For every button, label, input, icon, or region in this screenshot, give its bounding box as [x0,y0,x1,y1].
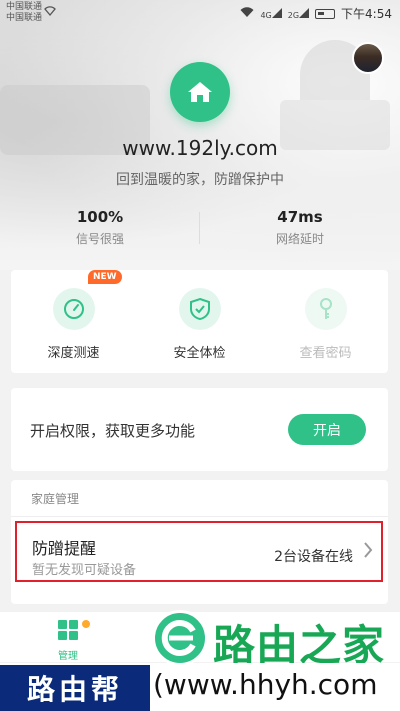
signal-2g-icon: 2G [287,7,310,20]
battery-icon [315,8,336,19]
watermark-logo [152,610,208,666]
tool-view-password[interactable]: 查看密码 [263,288,388,361]
home-icon [188,82,212,102]
carrier-2: 中国联通 [6,13,43,23]
chevron-right-icon [363,542,373,563]
status-bar: 中国联通 中国联通 4G 2G 下午4:54 [0,0,400,26]
watermark-url: (www.hhyh.com [153,668,378,701]
divider [11,516,388,517]
status-right: 4G 2G 下午4:54 [240,5,392,22]
wifi-icon [240,6,254,21]
watermark-box: 路由帮 [0,665,150,711]
notification-dot [82,620,90,628]
family-title: 家庭管理 [31,492,80,506]
latency-stat: 47ms 网络延时 [200,208,400,247]
home-button[interactable] [170,62,230,122]
family-card: 家庭管理 防蹭提醒 暂无发现可疑设备 2台设备在线 [11,480,388,604]
signal-stat: 100% 信号很强 [0,208,200,247]
signal-2g-text: 2G [287,10,300,20]
wifi-status-icon [44,6,56,19]
permission-text: 开启权限，获取更多功能 [30,422,196,440]
tool-speed-test-label: 深度测速 [47,346,100,361]
anti-leech-alert-row[interactable]: 防蹭提醒 暂无发现可疑设备 2台设备在线 [15,521,383,582]
grid-icon [58,620,78,640]
alert-subtitle: 暂无发现可疑设备 [32,563,137,578]
speedometer-icon [52,288,95,330]
alert-title: 防蹭提醒 [32,539,97,558]
tool-speed-test[interactable]: 深度测速 [11,288,136,361]
tool-security-check-label: 安全体检 [173,346,226,361]
signal-label: 信号很强 [75,232,124,246]
tools-card: 深度测速 NEW 安全体检 查看密码 [11,270,388,373]
tool-view-password-label: 查看密码 [299,346,352,361]
protection-status: 回到温暖的家，防蹭保护中 [116,172,284,188]
page-title: www.192ly.com [122,136,278,160]
signal-value: 100% [76,208,124,226]
tool-security-check[interactable]: 安全体检 [137,288,262,361]
key-icon [304,288,347,330]
carrier-labels: 中国联通 中国联通 [6,2,42,24]
carrier-1: 中国联通 [6,2,43,12]
shield-check-icon [178,288,221,330]
online-devices: 2台设备在线 [274,549,353,565]
signal-4g-icon: 4G [260,7,282,20]
avatar[interactable] [352,42,384,74]
signal-4g-text: 4G [260,10,272,20]
permission-card: 开启权限，获取更多功能 开启 [11,388,388,471]
clock: 下午4:54 [341,7,392,21]
latency-label: 网络延时 [275,232,324,246]
new-badge: NEW [88,270,122,284]
enable-button[interactable]: 开启 [288,414,366,445]
latency-value: 47ms [277,208,323,226]
tab-manage-label: 管理 [58,651,78,662]
